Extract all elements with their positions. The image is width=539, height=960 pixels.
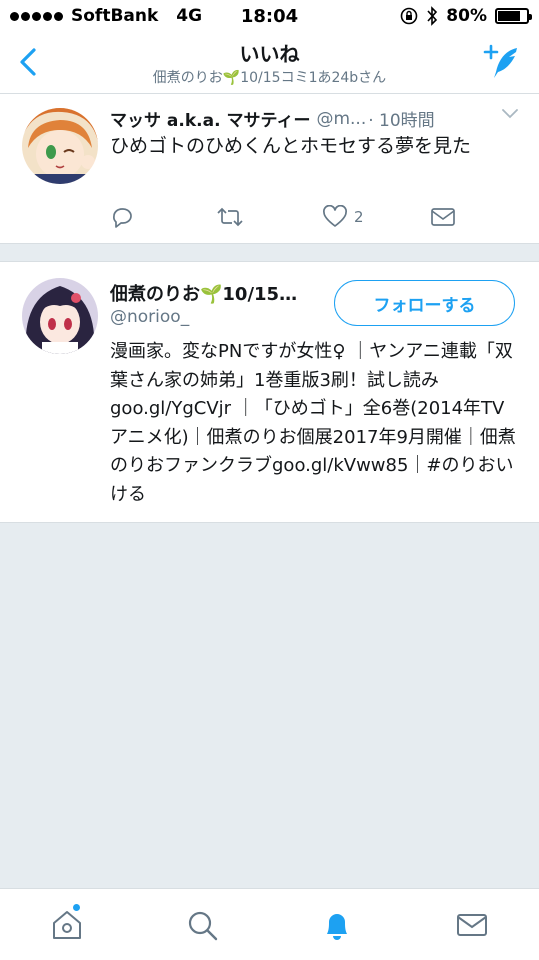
- tab-messages[interactable]: [452, 905, 492, 945]
- status-bar: SoftBank 4G 18:04 80%: [0, 0, 539, 32]
- battery-icon: [495, 8, 532, 24]
- chevron-down-icon[interactable]: [501, 108, 519, 120]
- nav-bar: いいね 佃煮のりお🌱10/15コミ1あ24bさん: [0, 32, 539, 94]
- status-right: 80%: [400, 6, 532, 26]
- tab-home[interactable]: [47, 903, 87, 945]
- compose-tweet-button[interactable]: [481, 42, 521, 82]
- like-button[interactable]: 2: [322, 204, 364, 230]
- retweet-button[interactable]: [216, 204, 244, 230]
- messages-icon: [457, 914, 487, 936]
- direct-message-button[interactable]: [430, 204, 456, 230]
- tweet-author-avatar[interactable]: [22, 108, 98, 184]
- user-display-name[interactable]: 佃煮のりお🌱10/15…: [110, 280, 297, 306]
- tweet-timestamp: · 10時間: [368, 111, 435, 131]
- compose-feather-icon: [483, 44, 517, 78]
- reply-icon: [113, 208, 132, 228]
- tweet-text: ひめゴトのひめくんとホモセする夢を見た: [110, 135, 472, 157]
- battery-level: [498, 11, 521, 21]
- user-avatar[interactable]: [22, 278, 98, 354]
- page-title: いいね: [239, 42, 300, 66]
- home-icon: [53, 911, 81, 939]
- follow-button[interactable]: フォローする: [334, 280, 515, 326]
- user-handle[interactable]: @norioo_: [110, 307, 189, 327]
- home-badge: [72, 903, 81, 912]
- like-count: 2: [354, 208, 364, 226]
- tweet-header: マッサ a.k.a. マサティー @m... · 10時間: [110, 106, 525, 132]
- retweet-icon: [217, 207, 243, 227]
- tweet-author-handle[interactable]: @m...: [316, 109, 366, 129]
- battery-percent: 80%: [446, 6, 487, 26]
- tweet-actions: 2: [110, 204, 470, 230]
- tab-search[interactable]: [182, 905, 222, 945]
- notifications-icon: [327, 914, 347, 940]
- heart-icon: [323, 205, 347, 227]
- user-card[interactable]: 佃煮のりお🌱10/15… @norioo_ フォローする 漫画家。変なPNですが…: [0, 261, 539, 523]
- tab-notifications[interactable]: [317, 905, 357, 945]
- tweet-card[interactable]: マッサ a.k.a. マサティー @m... · 10時間 ひめゴトのひめくんと…: [0, 94, 539, 244]
- search-icon: [188, 911, 218, 941]
- user-bio: 漫画家。変なPNですが女性♀ ｜ヤンアニ連載「双葉さん家の姉弟」1巻重版3刷！試…: [110, 341, 516, 505]
- page-subtitle: 佃煮のりお🌱10/15コミ1あ24bさん: [152, 70, 387, 86]
- envelope-icon: [431, 208, 455, 226]
- tweet-author-name[interactable]: マッサ a.k.a. マサティー: [110, 106, 310, 131]
- tab-bar: [0, 888, 539, 960]
- reply-button[interactable]: [110, 204, 134, 230]
- orientation-lock-icon: [400, 7, 418, 25]
- bluetooth-icon: [427, 6, 438, 26]
